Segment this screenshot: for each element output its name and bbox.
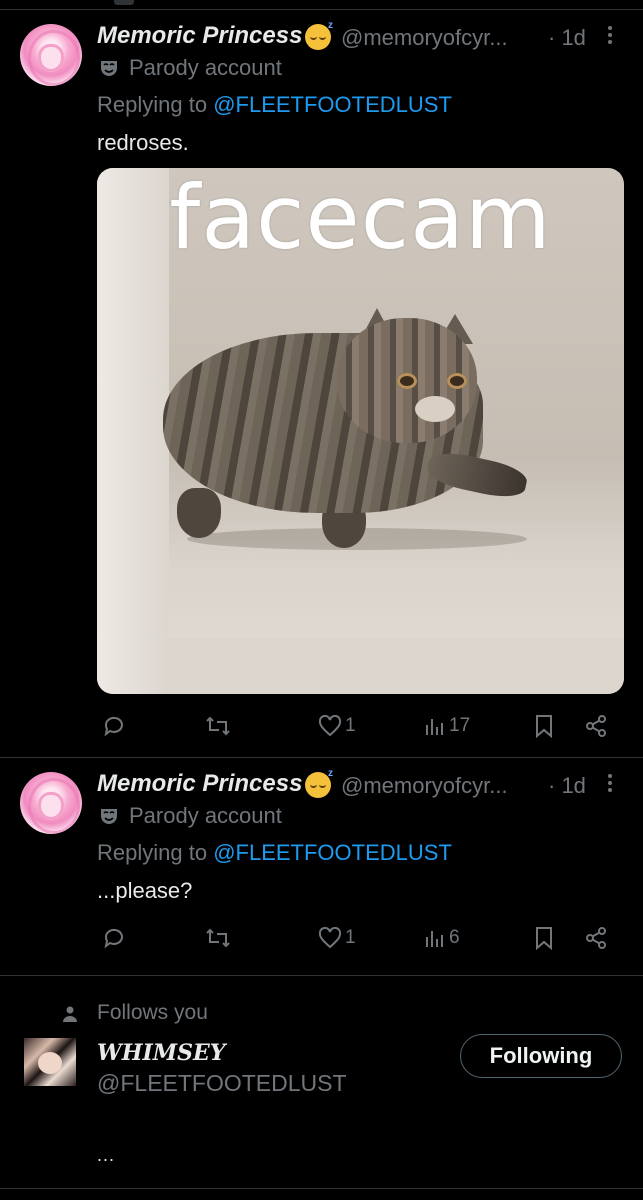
post-text: ...please? — [97, 878, 193, 903]
more-options-icon[interactable] — [607, 26, 613, 47]
person-icon — [63, 1006, 77, 1022]
post-text: redroses. — [97, 130, 189, 155]
bookmark-button[interactable] — [534, 923, 554, 953]
divider — [0, 757, 643, 758]
views-count: 17 — [449, 715, 471, 736]
divider — [0, 1188, 643, 1189]
cat-eye — [447, 373, 467, 389]
bio-truncated-text: ... — [97, 1145, 116, 1165]
replying-to-line: Replying to @FLEETFOOTEDLUST — [97, 92, 452, 118]
views-count: 6 — [449, 927, 460, 948]
following-button[interactable]: Following — [460, 1034, 622, 1078]
like-button[interactable]: 1 — [318, 923, 356, 953]
heart-icon — [318, 715, 342, 737]
display-name[interactable]: Memoric Princess — [97, 770, 302, 798]
repost-icon — [206, 928, 230, 948]
more-options-icon[interactable] — [607, 774, 613, 795]
thread-line-stub — [114, 0, 134, 5]
post-actions: 1 6 — [0, 923, 643, 953]
like-button[interactable]: 1 — [318, 711, 356, 741]
reply-icon — [104, 716, 123, 737]
user-handle[interactable]: @memoryofcyr... — [341, 773, 508, 799]
bookmark-icon — [536, 927, 552, 950]
sleeping-face-emoji-icon: z — [305, 768, 333, 798]
user-handle[interactable]: @memoryofcyr... — [341, 25, 508, 51]
follows-you-label: Follows you — [97, 1001, 208, 1024]
divider — [0, 9, 643, 10]
share-button[interactable] — [584, 711, 608, 741]
avatar[interactable] — [20, 24, 82, 86]
divider — [0, 975, 643, 976]
views-chart-icon — [426, 931, 443, 947]
repost-icon — [206, 716, 230, 736]
views-chart-icon — [426, 719, 443, 735]
share-icon — [586, 715, 606, 737]
share-icon — [586, 927, 606, 949]
heart-icon — [318, 927, 342, 949]
share-button[interactable] — [584, 923, 608, 953]
views-button[interactable]: 17 — [424, 711, 470, 741]
avatar[interactable] — [24, 1038, 76, 1086]
media-floor — [169, 638, 624, 694]
repost-button[interactable] — [205, 711, 231, 741]
display-name[interactable]: Memoric Princess — [97, 22, 302, 50]
parody-mask-icon — [101, 61, 117, 76]
cat-leg — [177, 488, 221, 538]
reply-icon — [104, 928, 123, 949]
reply-button[interactable] — [102, 923, 126, 953]
timestamp[interactable]: · 1d — [548, 25, 586, 51]
post-actions: 1 17 — [0, 711, 643, 741]
views-button[interactable]: 6 — [424, 923, 460, 953]
parody-label: Parody account — [129, 803, 282, 828]
sleeping-face-emoji-icon: z — [305, 20, 333, 50]
repost-button[interactable] — [205, 923, 231, 953]
display-name[interactable]: WHIMSEY — [97, 1040, 226, 1066]
bookmark-button[interactable] — [534, 711, 554, 741]
meme-caption: facecam — [169, 168, 552, 269]
replying-prefix: Replying to — [97, 840, 214, 865]
cat-eye — [397, 373, 417, 389]
mention-link[interactable]: @FLEETFOOTEDLUST — [213, 92, 452, 117]
parody-mask-icon — [101, 809, 117, 824]
avatar[interactable] — [20, 772, 82, 834]
replying-to-line: Replying to @FLEETFOOTEDLUST — [97, 840, 452, 866]
cat-muzzle — [415, 396, 455, 422]
user-handle[interactable]: @FLEETFOOTEDLUST — [97, 1070, 347, 1097]
bookmark-icon — [536, 715, 552, 738]
like-count: 1 — [345, 927, 356, 948]
replying-prefix: Replying to — [97, 92, 214, 117]
parody-label: Parody account — [129, 55, 282, 80]
like-count: 1 — [345, 715, 356, 736]
reply-button[interactable] — [102, 711, 126, 741]
post-media-image[interactable]: facecam — [97, 168, 624, 694]
timestamp[interactable]: · 1d — [548, 773, 586, 799]
mention-link[interactable]: @FLEETFOOTEDLUST — [213, 840, 452, 865]
